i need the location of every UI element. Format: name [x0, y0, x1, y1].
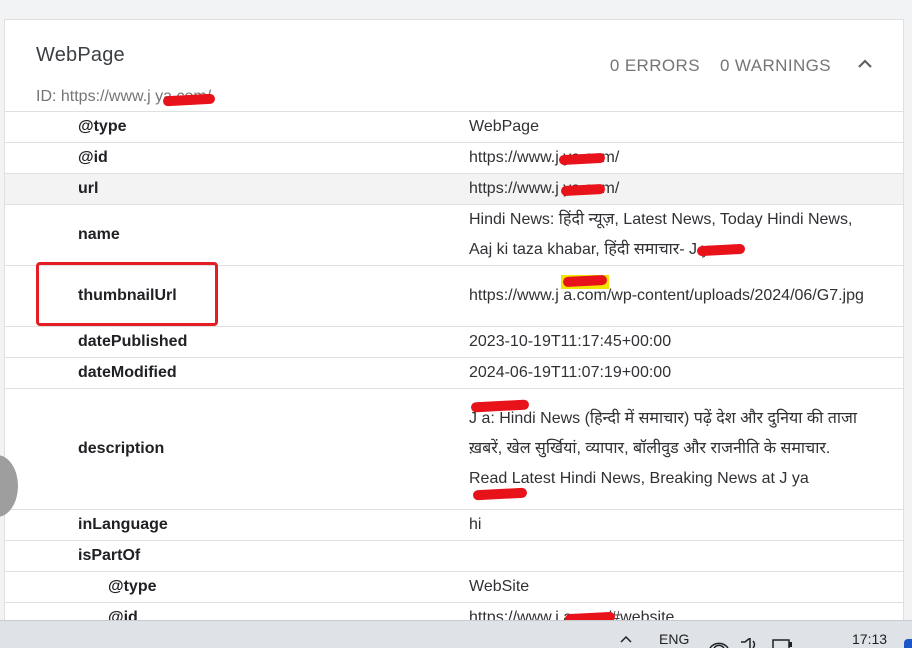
- property-value: 2023-10-19T11:17:45+00:00: [469, 333, 672, 350]
- property-value: WebSite: [469, 578, 530, 595]
- property-key: dateModified: [78, 364, 177, 381]
- table-row: @id https://www.j ya.com/: [5, 142, 903, 173]
- volume-icon[interactable]: [740, 638, 762, 648]
- table-row: name Hindi News: हिंदी न्यूज़, Latest Ne…: [5, 204, 903, 265]
- errors-count: 0 ERRORS: [609, 56, 700, 75]
- property-value: https://www.j a.com/wp-content/uploads/2…: [469, 287, 864, 304]
- battery-icon[interactable]: [772, 639, 794, 648]
- property-value: https://www.j ya.com/: [469, 149, 620, 166]
- property-key: isPartOf: [78, 547, 141, 564]
- table-row: dateModified 2024-06-19T11:07:19+00:00: [5, 357, 903, 388]
- table-row: description J a: Hindi News (हिन्दी में …: [5, 388, 903, 509]
- chevron-up-icon[interactable]: [620, 635, 632, 643]
- property-value: WebPage: [469, 118, 539, 135]
- table-row: inLanguage hi: [5, 509, 903, 540]
- property-key: @type: [108, 578, 157, 595]
- property-key: inLanguage: [78, 516, 168, 533]
- table-row: @type WebPage: [5, 111, 903, 142]
- property-table: @type WebPage @id https://www.j ya.com/ …: [5, 111, 903, 628]
- wifi-icon[interactable]: [708, 639, 730, 648]
- structured-data-card: WebPage ID: https://www.j ya.com/ 0 ERRO…: [4, 19, 904, 629]
- clock-time[interactable]: 17:13: [852, 631, 887, 647]
- annotation-box: [36, 262, 218, 326]
- issue-counts: 0 ERRORS 0 WARNINGS: [610, 56, 831, 76]
- table-row: url https://www.j ya.com/: [5, 173, 903, 204]
- collapse-button[interactable]: [853, 52, 877, 76]
- property-value: Hindi News: हिंदी न्यूज़, Latest News, T…: [469, 211, 853, 258]
- card-header[interactable]: WebPage ID: https://www.j ya.com/ 0 ERRO…: [5, 20, 903, 111]
- property-key: name: [78, 226, 120, 243]
- property-key: url: [78, 180, 99, 197]
- card-title: WebPage: [36, 44, 125, 66]
- property-value: hi: [469, 516, 482, 533]
- taskbar: ENG 17:13: [0, 620, 912, 648]
- language-indicator[interactable]: ENG: [659, 631, 689, 647]
- property-key: @type: [78, 118, 127, 135]
- table-row: datePublished 2023-10-19T11:17:45+00:00: [5, 326, 903, 357]
- property-key: @id: [78, 149, 108, 166]
- property-value: 2024-06-19T11:07:19+00:00: [469, 364, 672, 381]
- table-row: isPartOf: [5, 540, 903, 571]
- table-row: @type WebSite: [5, 571, 903, 602]
- warnings-count: 0 WARNINGS: [719, 56, 831, 75]
- notification-icon[interactable]: [904, 639, 912, 648]
- redaction-mark: [472, 487, 528, 501]
- property-key: datePublished: [78, 333, 188, 350]
- chevron-up-icon: [858, 59, 872, 68]
- property-value: https://www.j ya.com/: [469, 180, 620, 197]
- property-key: description: [78, 440, 165, 457]
- property-value: J a: Hindi News (हिन्दी में समाचार) पढ़े…: [469, 410, 858, 487]
